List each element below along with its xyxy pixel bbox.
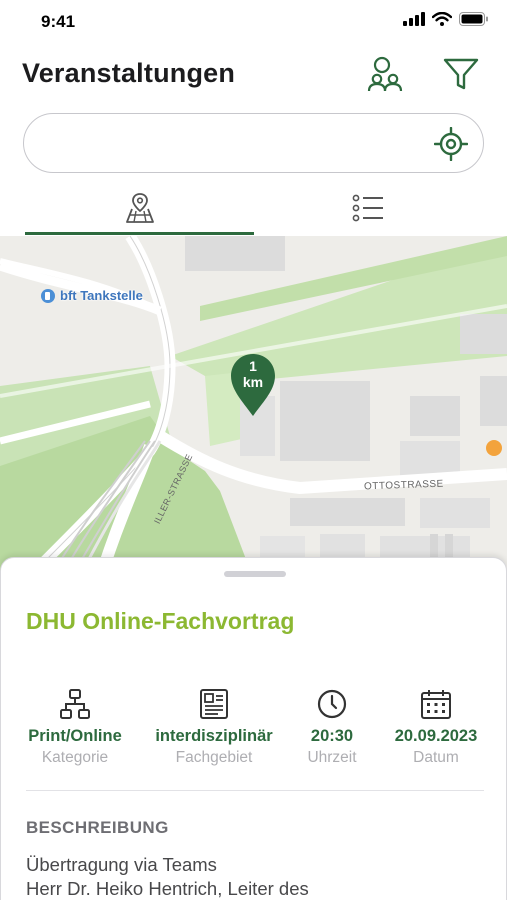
tab-indicator [25,232,254,235]
tab-map[interactable] [25,182,254,234]
map-view[interactable]: bft Tankstelle OTTOSTRASSE ILLER-STRASSE… [0,236,507,596]
search-bar [23,113,484,173]
list-icon [352,194,383,222]
wifi-icon [432,12,452,26]
info-subject: interdisziplinär Fachgebiet [149,686,279,767]
event-title: DHU Online-Fachvortrag [26,608,295,634]
info-date: 20.09.2023 Datum [371,686,501,767]
description-text: Übertragung via Teams Herr Dr. Heiko Hen… [26,853,486,900]
subject-label: Fachgebiet [175,749,253,766]
page-title: Veranstaltungen [22,58,236,88]
subject-value: interdisziplinär [155,727,273,745]
description-line: Übertragung via Teams [26,854,217,875]
filter-button[interactable] [439,52,483,96]
document-icon [200,689,228,719]
people-icon [367,56,403,92]
map-cluster[interactable]: 1 km [231,358,275,390]
view-tabs [0,182,507,236]
search-input[interactable] [44,126,424,160]
description-line: Herr Dr. Heiko Hentrich, Leiter des [26,878,309,899]
calendar-icon [421,690,451,719]
date-value: 20.09.2023 [394,727,478,745]
clock-icon [317,689,347,719]
category-label: Kategorie [41,749,109,766]
category-value: Print/Online [28,727,122,745]
event-detail-sheet: DHU Online-Fachvortrag Print/Online Kate… [0,557,507,900]
sheet-grabber[interactable] [224,571,286,577]
signal-icon [403,12,425,26]
event-info-row: Print/Online Kategorie interdisziplinär … [1,686,507,770]
poi-restaurant-icon [486,440,502,456]
cluster-unit: km [242,374,264,390]
filter-icon [443,58,479,90]
map-pin-icon [125,193,154,223]
locate-button[interactable] [433,126,469,162]
status-icons [403,12,489,26]
tab-list[interactable] [254,182,482,234]
header: Veranstaltungen [0,50,507,104]
hierarchy-icon [60,689,90,719]
cluster-count: 1 [249,358,257,374]
people-button[interactable] [363,52,407,96]
status-bar: 9:41 [0,0,507,46]
description-heading: BESCHREIBUNG [26,818,169,837]
battery-icon [459,12,488,26]
status-time: 9:41 [41,12,76,31]
crosshair-icon [434,127,468,161]
info-category: Print/Online Kategorie [10,686,140,767]
map-poi-label: bft Tankstelle [60,288,143,303]
divider [26,790,484,791]
date-label: Datum [413,749,459,766]
